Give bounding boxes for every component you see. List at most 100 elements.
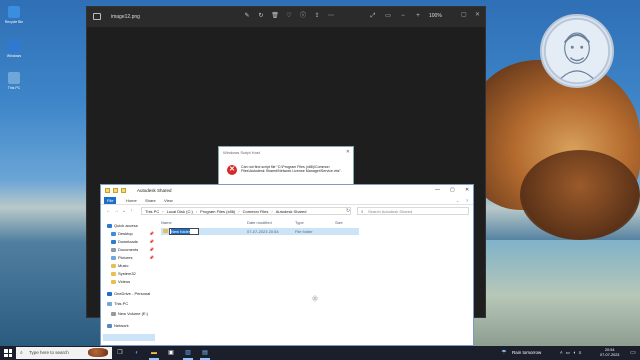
sidebar-item-label: Documents	[118, 247, 139, 252]
sidebar-item-onedrive-personal[interactable]: OneDrive - Personal	[107, 291, 150, 296]
address-bar[interactable]: This PC › Local Disk (C:) › Program File…	[141, 207, 351, 215]
search-placeholder: Search Autodesk Shared	[368, 209, 413, 214]
delete-icon[interactable]: 🗑	[271, 12, 279, 20]
weather-text[interactable]: Rain tomorrow	[512, 350, 541, 355]
info-icon[interactable]: ⓘ	[299, 12, 307, 20]
sidebar-item-network[interactable]: Network	[107, 323, 129, 328]
system-tray: ˄ ▭ ◖ ≡	[560, 350, 581, 356]
sidebar-item-videos[interactable]: Videos	[111, 279, 130, 284]
sidebar-item-label: Pictures	[118, 255, 133, 260]
breadcrumb-common-files[interactable]: Common Files	[243, 208, 269, 214]
photos-title: image12.png	[111, 14, 140, 20]
tab-home[interactable]: Home	[123, 197, 140, 204]
sidebar-item-label: Music	[118, 263, 129, 268]
zoom-in-icon[interactable]: +	[414, 12, 422, 20]
zoom-out-icon[interactable]: −	[399, 12, 407, 20]
column-size[interactable]: Size	[335, 220, 343, 225]
explorer-titlebar: Autodesk Shared — ▢ ✕	[101, 185, 473, 196]
script-host-icon[interactable]: ▤	[201, 349, 209, 357]
column-type[interactable]: Type	[295, 220, 304, 225]
sidebar-item-desktop[interactable]: Desktop 📌	[111, 231, 154, 236]
fullscreen-icon[interactable]: ⤢	[369, 12, 377, 20]
new-folder-icon[interactable]	[121, 188, 126, 193]
table-row[interactable]: New folder 07-07-2023 20:54 File folder	[161, 228, 359, 235]
up-icon[interactable]: ↑	[130, 208, 133, 214]
breadcrumb-program-files[interactable]: Program Files (x86)	[200, 208, 235, 214]
photos-close-button[interactable]: ✕	[475, 11, 480, 18]
wallpaper-beach	[470, 240, 640, 346]
compare-icon[interactable]: ▭	[384, 12, 392, 20]
edge-icon[interactable]: ◐	[133, 349, 141, 357]
photos-icon[interactable]: ▨	[184, 349, 192, 357]
rename-field[interactable]: New folder	[169, 228, 199, 235]
sidebar-item-system32[interactable]: System32	[111, 271, 136, 276]
row-date: 07-07-2023 20:54	[247, 229, 279, 234]
search-highlight-icon[interactable]	[88, 348, 108, 357]
photos-maximize-button[interactable]: ▢	[461, 11, 467, 18]
refresh-icon[interactable]: ↻	[346, 208, 350, 214]
folder-icon	[8, 40, 20, 52]
rotate-icon[interactable]: ↻	[257, 12, 265, 20]
sidebar-item-music[interactable]: Music	[111, 263, 128, 268]
desktop-icon-recycle-bin[interactable]: Recycle Bin	[3, 6, 25, 24]
photos-app-icon	[93, 13, 101, 20]
photos-view-controls: ⤢ ▭ − + 100%	[369, 12, 442, 20]
desktop-icon-label: Windows	[6, 54, 22, 58]
edit-icon[interactable]: ✎	[243, 12, 251, 20]
forward-icon[interactable]: →	[114, 208, 119, 214]
share-icon[interactable]: ⇪	[313, 12, 321, 20]
sidebar-item-downloads[interactable]: Downloads 📌	[111, 239, 154, 244]
zoom-level: 100%	[429, 13, 442, 19]
file-explorer-icon[interactable]: ▬	[150, 349, 158, 357]
photos-toolbar: ✎ ↻ 🗑 ♡ ⓘ ⇪ ⋯	[243, 12, 335, 20]
folder-icon	[111, 231, 116, 236]
folder-icon	[163, 229, 168, 233]
folder-icon	[111, 247, 116, 252]
start-button[interactable]	[4, 349, 12, 357]
network-icon[interactable]: ▭	[566, 350, 570, 356]
sidebar-item-new-volume-e[interactable]: New Volume (E:)	[111, 311, 148, 316]
channel-logo	[540, 14, 614, 88]
close-button[interactable]: ✕	[465, 187, 469, 193]
favorite-icon[interactable]: ♡	[285, 12, 293, 20]
language-icon[interactable]: ≡	[579, 350, 582, 356]
tab-share[interactable]: Share	[142, 197, 159, 204]
task-view-icon[interactable]: ❐	[116, 349, 124, 357]
properties-icon[interactable]	[113, 188, 118, 193]
recent-locations-icon[interactable]: ⌄	[122, 208, 126, 214]
sidebar-item-this-pc[interactable]: This PC	[107, 301, 128, 306]
photos-titlebar: image12.png ✎ ↻ 🗑 ♡ ⓘ ⇪ ⋯ ⤢ ▭ − + 100% ▢…	[87, 7, 485, 27]
folder-icon	[107, 323, 112, 328]
chevron-up-icon[interactable]: ˄	[560, 350, 563, 356]
notifications-icon[interactable]: ▭	[629, 349, 637, 357]
tab-view[interactable]: View	[161, 197, 176, 204]
breadcrumb-autodesk-shared[interactable]: Autodesk Shared	[276, 208, 307, 214]
sidebar-item-pictures[interactable]: Pictures 📌	[111, 255, 154, 260]
sidebar-item-quick-access[interactable]: Quick access	[107, 223, 138, 228]
clock[interactable]: 20:54 07-07-2023	[600, 348, 619, 358]
ribbon-expand-icon[interactable]: ⌄	[453, 197, 462, 204]
minimize-button[interactable]: —	[435, 187, 440, 193]
volume-icon[interactable]: ◖	[573, 350, 576, 356]
tab-file[interactable]: File	[104, 197, 117, 204]
store-icon[interactable]: ▣	[167, 349, 175, 357]
nav-selection-highlight	[103, 334, 155, 341]
maximize-button[interactable]: ▢	[450, 187, 455, 193]
dialog-close-button[interactable]: ✕	[346, 149, 350, 155]
folder-icon	[111, 271, 116, 276]
sidebar-item-documents[interactable]: Documents 📌	[111, 247, 154, 252]
search-field[interactable]: ⌕ Search Autodesk Shared	[357, 207, 469, 215]
breadcrumb-this-pc[interactable]: This PC	[145, 208, 159, 214]
folder-icon	[111, 311, 116, 316]
more-icon[interactable]: ⋯	[327, 12, 335, 20]
help-icon[interactable]: ?	[463, 197, 471, 204]
pin-icon: 📌	[149, 231, 154, 236]
desktop-icon-this-pc[interactable]: This PC	[3, 72, 25, 90]
breadcrumb-local-disk[interactable]: Local Disk (C:)	[167, 208, 193, 214]
desktop-icon-windows[interactable]: Windows	[3, 40, 25, 58]
back-icon[interactable]: ←	[106, 208, 111, 214]
column-date-modified[interactable]: Date modified	[247, 220, 272, 225]
row-type: File folder	[295, 229, 313, 234]
column-name[interactable]: Name	[161, 220, 172, 225]
folder-icon	[107, 291, 112, 296]
